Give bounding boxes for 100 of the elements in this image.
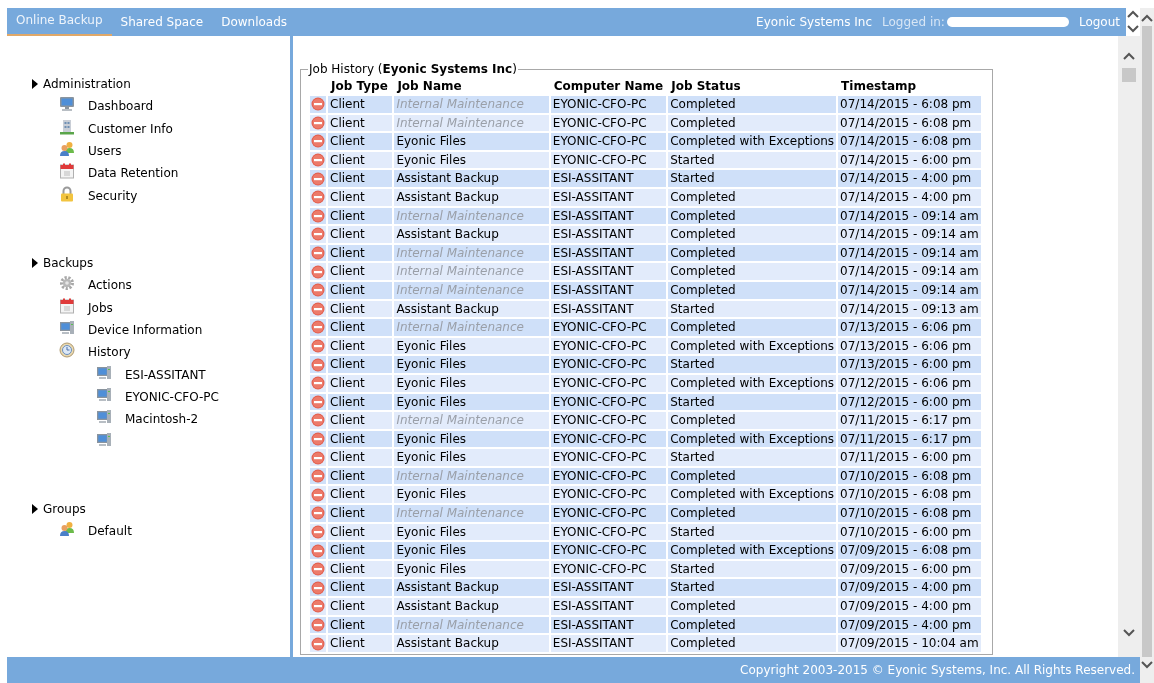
table-cell: Completed [668, 467, 837, 485]
sidebar-item[interactable]: Default [88, 524, 132, 539]
stop-icon [311, 134, 325, 149]
table-cell: Client [328, 170, 393, 187]
table-cell: Client [328, 188, 393, 206]
table-cell: Client [328, 114, 393, 132]
scrollbar[interactable] [1140, 8, 1154, 683]
section-title[interactable]: Backups [43, 255, 94, 270]
table-cell: Eyonic Files [394, 486, 549, 504]
stop-icon [311, 171, 325, 186]
table-cell: Eyonic Files [394, 151, 549, 169]
table-cell: Completed [668, 188, 837, 206]
table-cell: Client [328, 635, 393, 652]
stop-icon [311, 320, 325, 335]
table-cell: Started [668, 170, 837, 187]
table-cell: Client [328, 300, 393, 318]
sidebar-item[interactable]: Device Information [88, 322, 203, 337]
panel-title: Job History (Eyonic Systems Inc) [308, 62, 518, 76]
scroll-thumb[interactable] [1122, 68, 1136, 82]
stop-icon [311, 153, 325, 168]
table-cell: 07/13/2015 - 6:06 pm [838, 319, 981, 336]
table-cell: ESI-ASSITANT [550, 207, 667, 225]
sidebar-item[interactable]: History [88, 345, 131, 360]
table-cell: 07/14/2015 - 6:08 pm [838, 96, 981, 113]
table-cell: Internal Maintenance [394, 114, 549, 132]
sidebar-item[interactable]: EYONIC-CFO-PC [125, 390, 219, 405]
sidebar-item[interactable]: Dashboard [88, 99, 154, 114]
scroll-down-icon [1123, 629, 1135, 637]
table-cell: Completed [668, 207, 837, 225]
table-cell: Internal Maintenance [394, 244, 549, 262]
table-cell: Client [328, 430, 393, 448]
gear-icon [59, 275, 75, 292]
table-cell: 07/11/2015 - 6:00 pm [838, 449, 981, 466]
table-cell: Completed [668, 114, 837, 132]
table-cell: Completed with Exceptions [668, 542, 837, 559]
table-cell: Assistant Backup [394, 188, 549, 206]
table-cell: 07/10/2015 - 6:08 pm [838, 486, 981, 504]
sidebar-item[interactable]: ESI-ASSITANT [125, 367, 206, 382]
table-cell: ESI-ASSITANT [550, 300, 667, 318]
table-cell: Eyonic Files [394, 560, 549, 578]
caret-icon [32, 257, 38, 268]
table-cell: Completed with Exceptions [668, 486, 837, 504]
logged-in-label: Logged in: [882, 15, 945, 29]
table-cell: Completed [668, 226, 837, 243]
table-cell: Client [328, 281, 393, 299]
table-cell: Started [668, 449, 837, 466]
table-cell: Started [668, 560, 837, 578]
table-cell: Internal Maintenance [394, 281, 549, 299]
table-cell: Internal Maintenance [394, 467, 549, 485]
sidebar-item[interactable]: Jobs [88, 300, 113, 315]
scroll-down-icon [1141, 661, 1153, 669]
section-title[interactable]: Administration [43, 77, 131, 91]
table-cell: Completed with Exceptions [668, 430, 837, 448]
stop-icon [311, 469, 325, 484]
sidebar-item[interactable]: Security [88, 188, 138, 203]
table-cell: Internal Maintenance [394, 96, 549, 113]
table-cell: Client [328, 505, 393, 522]
table-cell: ESI-ASSITANT [550, 598, 667, 615]
table-cell: Eyonic Files [394, 542, 549, 559]
stop-icon [311, 376, 325, 391]
table-cell: EYONIC-CFO-PC [550, 542, 667, 559]
table-cell: Client [328, 467, 393, 485]
table-cell: Eyonic Files [394, 393, 549, 411]
table-cell: ESI-ASSITANT [550, 281, 667, 299]
table-cell: 07/12/2015 - 6:06 pm [838, 374, 981, 392]
table-cell: 07/13/2015 - 6:06 pm [838, 337, 981, 355]
table-cell: Client [328, 207, 393, 225]
table-cell: Client [328, 393, 393, 411]
stop-icon [311, 190, 325, 205]
table-cell: Started [668, 523, 837, 541]
table-cell: EYONIC-CFO-PC [550, 133, 667, 150]
stop-icon [311, 636, 325, 651]
table-cell: Client [328, 523, 393, 541]
stop-icon [311, 357, 325, 372]
computer-icon [96, 364, 112, 381]
column-header: Job Type [329, 79, 389, 94]
clock-icon [59, 342, 75, 359]
sidebar-item[interactable]: Actions [88, 278, 132, 293]
table-cell: ESI-ASSITANT [550, 170, 667, 187]
stop-icon [311, 580, 325, 595]
sidebar-item[interactable]: Macintosh-2 [125, 412, 199, 427]
table-cell: ESI-ASSITANT [550, 244, 667, 262]
table-cell: Assistant Backup [394, 635, 549, 652]
table-cell: Client [328, 374, 393, 392]
sidebar-item[interactable]: Users [88, 143, 122, 158]
scrollbar[interactable] [1118, 36, 1140, 657]
section-title[interactable]: Groups [43, 502, 86, 517]
table-cell: EYONIC-CFO-PC [550, 151, 667, 169]
table-cell: Assistant Backup [394, 226, 549, 243]
sidebar-item[interactable]: Data Retention [88, 166, 179, 181]
table-cell: Client [328, 542, 393, 559]
sidebar-item[interactable]: Customer Info [88, 121, 173, 136]
scroll-up-icon [1141, 14, 1153, 22]
table-cell: Completed [668, 244, 837, 262]
stop-icon [311, 450, 325, 465]
table-cell: Internal Maintenance [394, 412, 549, 429]
stop-icon [311, 487, 325, 502]
table-cell: Assistant Backup [394, 170, 549, 187]
table-cell: ESI-ASSITANT [550, 635, 667, 652]
table-cell: EYONIC-CFO-PC [550, 96, 667, 113]
